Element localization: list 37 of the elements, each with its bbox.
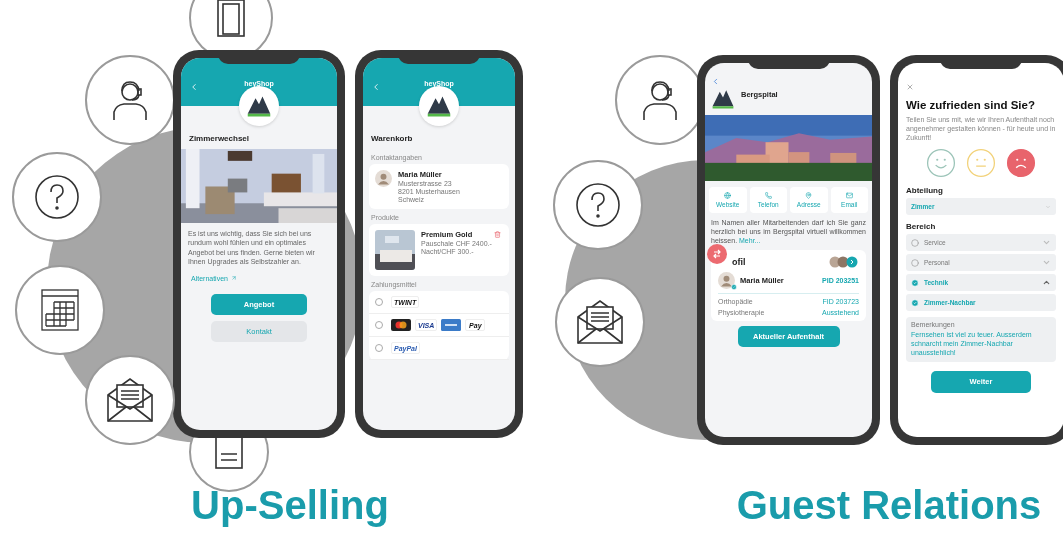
question-icon — [574, 181, 622, 229]
section-title: Up-Selling — [191, 482, 389, 528]
survey-title: Wie zufrieden sind Sie? — [905, 98, 1036, 113]
section-title: Guest Relations — [736, 482, 1042, 528]
avatar-icon — [718, 272, 735, 290]
radio-button[interactable] — [375, 321, 383, 329]
radio-button[interactable] — [375, 344, 383, 352]
happy-face-icon[interactable] — [926, 148, 956, 179]
question-icon — [33, 173, 81, 221]
envelope-letter-icon — [576, 299, 624, 345]
avatar-icon — [375, 170, 392, 187]
globe-icon — [724, 192, 732, 199]
door-icon — [215, 0, 247, 38]
close-icon[interactable] — [906, 83, 914, 91]
mail-icon — [845, 192, 853, 199]
back-icon[interactable] — [711, 77, 720, 86]
phone-icon — [764, 192, 772, 199]
page-heading: Zimmerwechsel — [188, 133, 251, 145]
sad-face-icon[interactable] — [1006, 148, 1036, 179]
neutral-face-icon[interactable] — [966, 148, 996, 179]
envelope-letter-icon — [106, 377, 154, 423]
radio-button[interactable] — [375, 298, 383, 306]
card-logo-icon — [441, 319, 462, 331]
calendar-icon — [40, 288, 80, 332]
pin-icon — [805, 192, 813, 199]
back-icon[interactable] — [189, 82, 199, 92]
verified-icon — [731, 284, 737, 291]
field-label: Bereich — [905, 221, 937, 234]
page-heading: Warenkorb — [370, 133, 414, 145]
arrow-icon — [230, 275, 237, 282]
card-logo-icon — [391, 319, 411, 331]
back-icon[interactable] — [371, 82, 381, 92]
field-label: Abteilung — [905, 185, 944, 198]
avatar-group-icon — [829, 256, 859, 269]
trash-icon[interactable] — [494, 231, 501, 238]
card-heading: ofil — [731, 257, 746, 268]
swap-badge-icon[interactable] — [707, 244, 727, 265]
